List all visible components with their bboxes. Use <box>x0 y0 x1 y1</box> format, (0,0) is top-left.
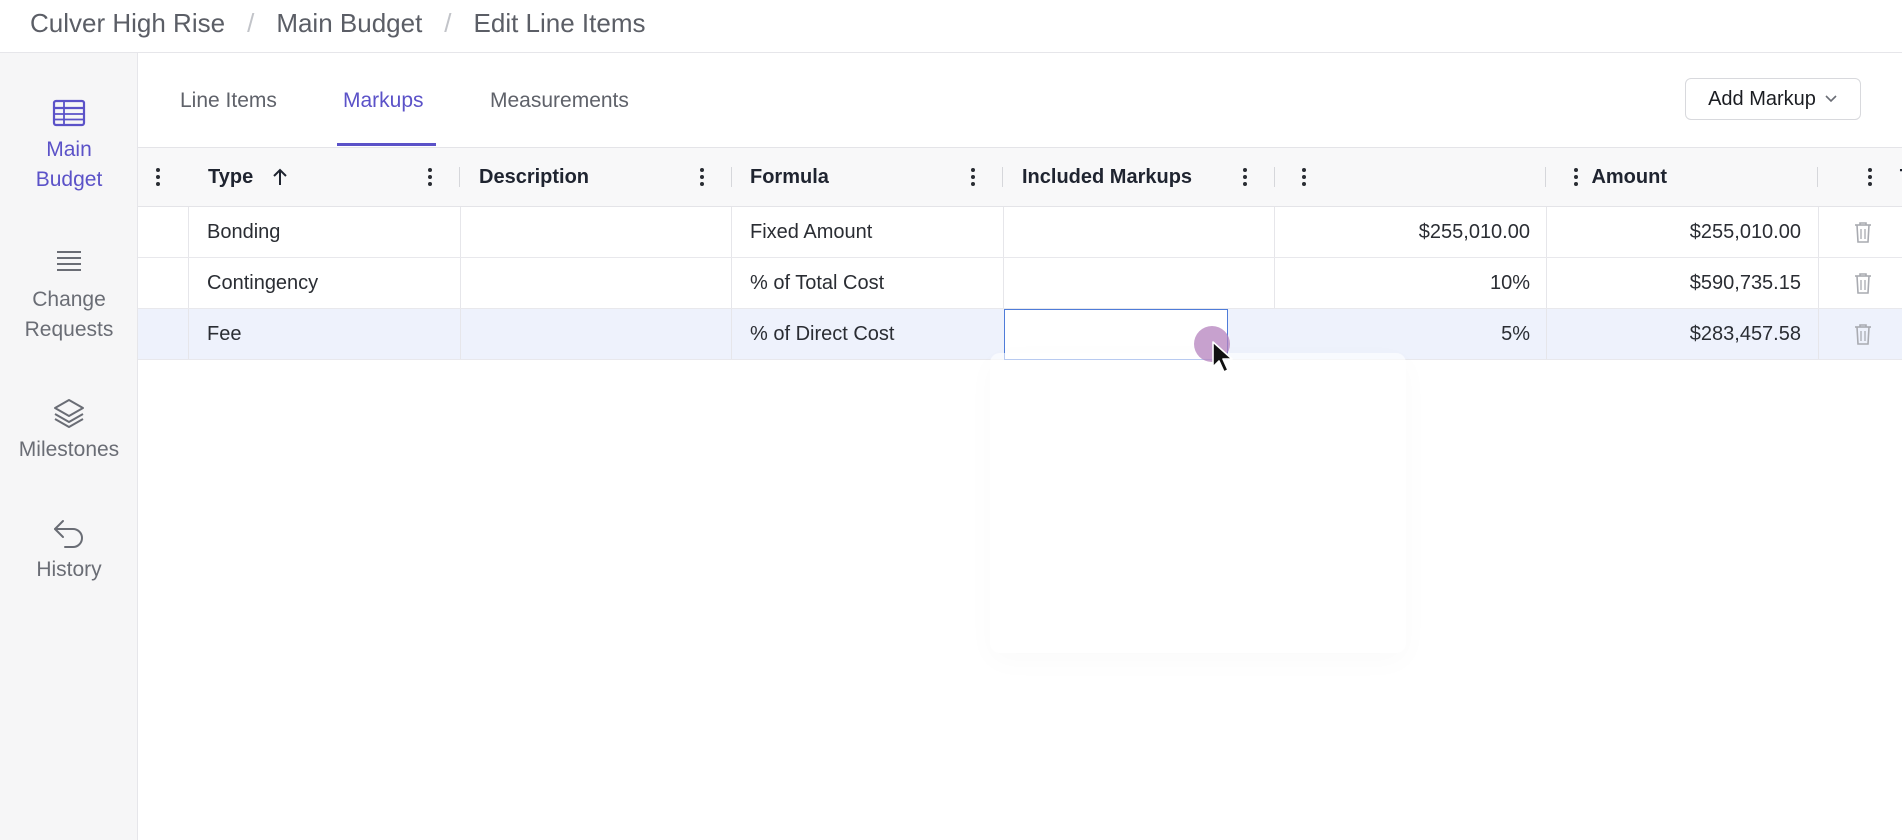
sidebar-item-history[interactable]: History <box>0 517 138 585</box>
table-row[interactable]: Contingency % of Total Cost 10% $590,735… <box>138 258 1902 309</box>
cell-divider <box>460 258 461 308</box>
cell-type[interactable]: Fee <box>207 309 241 359</box>
sidebar-item-change-requests[interactable]: Change Requests <box>0 247 138 345</box>
column-menu-kebab-icon[interactable] <box>968 166 978 188</box>
breadcrumb: Culver High Rise / Main Budget / Edit Li… <box>30 8 646 39</box>
sidebar-item-milestones[interactable]: Milestones <box>0 397 138 465</box>
cell-total: $283,457.58 <box>1689 322 1801 345</box>
top-bar: Culver High Rise / Main Budget / Edit Li… <box>0 0 1902 53</box>
column-divider[interactable] <box>459 167 460 187</box>
sidebar-item-label: History <box>36 558 102 581</box>
column-divider[interactable] <box>1002 167 1003 187</box>
add-markup-button[interactable]: Add Markup <box>1685 78 1861 120</box>
cell-divider <box>731 258 732 308</box>
sidebar: Main Budget Change Requests Milestones H… <box>0 53 138 840</box>
cell-divider <box>731 207 732 257</box>
cell-formula[interactable]: % of Total Cost <box>750 258 884 308</box>
cell-type[interactable]: Contingency <box>207 258 318 308</box>
main-content: Line Items Markups Measurements Add Mark… <box>138 53 1902 840</box>
cell-divider <box>188 309 189 359</box>
chevron-down-icon <box>1825 95 1837 103</box>
add-markup-label: Add Markup <box>1708 87 1816 110</box>
cell-divider <box>1818 309 1819 359</box>
cell-divider <box>188 207 189 257</box>
column-menu-kebab-icon[interactable] <box>1240 166 1250 188</box>
column-header-description[interactable]: Description <box>479 148 679 206</box>
cell-total: $255,010.00 <box>1689 220 1801 243</box>
tab-bar: Line Items Markups Measurements Add Mark… <box>138 53 1902 146</box>
column-header-included-markups[interactable]: Included Markups <box>1022 148 1232 206</box>
trash-icon[interactable] <box>1852 322 1874 346</box>
breadcrumb-separator: / <box>247 8 255 38</box>
cell-divider <box>460 309 461 359</box>
sort-ascending-icon <box>273 168 287 185</box>
cell-formula[interactable]: % of Direct Cost <box>750 309 894 359</box>
column-menu-kebab-icon[interactable] <box>1865 166 1875 188</box>
breadcrumb-separator: / <box>444 8 452 38</box>
breadcrumb-project[interactable]: Culver High Rise <box>30 8 225 39</box>
cell-divider <box>1003 207 1004 257</box>
trash-icon[interactable] <box>1852 220 1874 244</box>
column-menu-kebab-icon[interactable] <box>1571 166 1581 188</box>
sidebar-item-main-budget[interactable]: Main Budget <box>0 97 138 195</box>
trash-icon[interactable] <box>1852 271 1874 295</box>
list-icon <box>57 251 81 271</box>
cell-divider <box>460 207 461 257</box>
tab-measurements[interactable]: Measurements <box>490 89 629 113</box>
layers-icon <box>54 399 84 428</box>
column-header-total[interactable]: Total <box>1618 148 1902 206</box>
tab-markups[interactable]: Markups <box>343 89 424 113</box>
cell-divider <box>731 309 732 359</box>
cell-amount[interactable]: 5% <box>1274 309 1530 359</box>
column-header-label: Type <box>208 165 254 188</box>
cell-amount[interactable]: 10% <box>1274 258 1530 308</box>
mouse-pointer-icon <box>1212 341 1233 373</box>
column-menu-kebab-icon[interactable] <box>425 166 435 188</box>
sidebar-item-label: Main Budget <box>35 138 103 191</box>
sidebar-item-label: Change Requests <box>24 288 114 341</box>
column-divider[interactable] <box>1817 167 1818 187</box>
column-menu-kebab-icon[interactable] <box>1299 166 1309 188</box>
cell-type[interactable]: Bonding <box>207 207 280 257</box>
tab-line-items[interactable]: Line Items <box>180 89 277 113</box>
table-header: Type Description Formula Included Markup… <box>138 147 1902 207</box>
cell-formula[interactable]: Fixed Amount <box>750 207 872 257</box>
table-row[interactable]: Bonding Fixed Amount $255,010.00 $255,01… <box>138 207 1902 258</box>
column-header-formula[interactable]: Formula <box>750 148 950 206</box>
cell-divider <box>188 258 189 308</box>
cell-divider <box>1818 207 1819 257</box>
breadcrumb-current: Edit Line Items <box>473 8 646 38</box>
column-divider[interactable] <box>731 167 732 187</box>
sidebar-item-label: Milestones <box>18 438 120 461</box>
active-tab-indicator <box>337 143 436 146</box>
row-menu-kebab-icon[interactable] <box>153 166 163 188</box>
breadcrumb-budget[interactable]: Main Budget <box>276 8 422 39</box>
cell-amount[interactable]: $255,010.00 <box>1274 207 1530 257</box>
cell-divider <box>1818 258 1819 308</box>
column-menu-kebab-icon[interactable] <box>697 166 707 188</box>
cell-divider <box>1003 258 1004 308</box>
undo-arrow-icon <box>54 520 83 548</box>
table-icon <box>52 99 86 127</box>
column-header-type[interactable]: Type <box>208 148 408 206</box>
column-divider[interactable] <box>1545 167 1546 187</box>
column-divider[interactable] <box>1274 167 1275 187</box>
cell-total: $590,735.15 <box>1689 271 1801 294</box>
dropdown-popup-fading <box>990 353 1406 653</box>
